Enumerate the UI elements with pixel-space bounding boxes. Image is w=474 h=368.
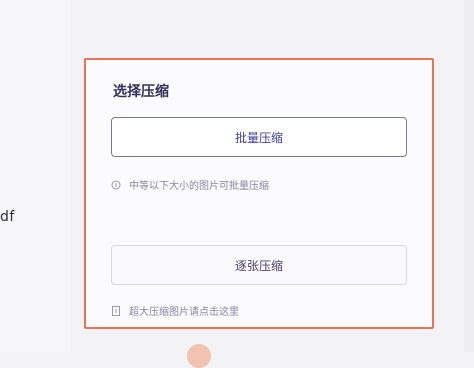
- single-compress-hint-text: 超大压缩图片请点击这里: [129, 307, 239, 318]
- batch-compress-hint-text: 中等以下大小的图片可批量压缩: [129, 181, 269, 192]
- batch-compress-button[interactable]: 批量压缩: [111, 117, 407, 157]
- left-background-panel: [0, 0, 70, 352]
- batch-compress-label: 批量压缩: [234, 130, 283, 145]
- info-icon: [111, 179, 121, 191]
- single-compress-button[interactable]: 逐张压缩: [111, 245, 407, 285]
- decorative-circle: [187, 344, 211, 368]
- compression-option-panel: 选择压缩 批量压缩 中等以下大小的图片可批量压缩 逐张压缩 超大压缩图片请点击这…: [84, 58, 434, 329]
- panel-title: 选择压缩: [113, 84, 169, 100]
- info-icon: [111, 305, 121, 317]
- single-compress-label: 逐张压缩: [234, 258, 283, 273]
- right-background-strip: [464, 0, 474, 352]
- single-compress-hint: 超大压缩图片请点击这里: [111, 303, 239, 318]
- truncated-left-label: df: [0, 209, 15, 225]
- batch-compress-hint: 中等以下大小的图片可批量压缩: [111, 177, 269, 192]
